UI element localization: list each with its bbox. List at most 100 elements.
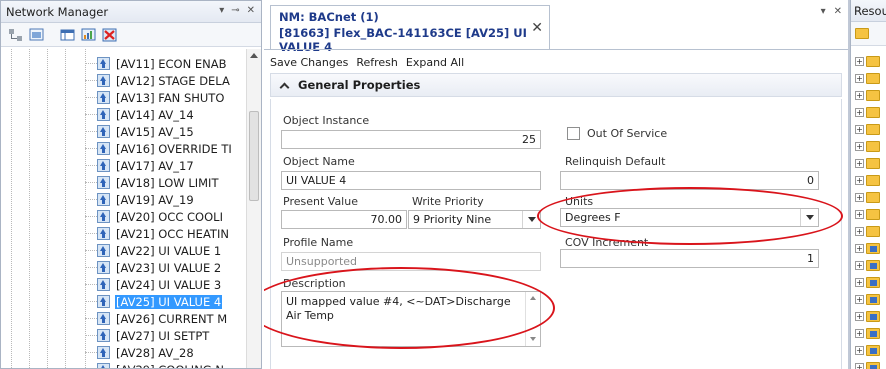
scroll-up-arrow-icon[interactable]	[530, 296, 536, 300]
resource-tree-item[interactable]: +	[855, 138, 880, 155]
resource-tree-item[interactable]: +	[855, 240, 880, 257]
scroll-up-arrow-icon[interactable]	[250, 53, 258, 58]
cov-increment-field[interactable]: 1	[560, 249, 819, 268]
tree-item[interactable]: [AV15] AV_15	[85, 123, 195, 140]
expand-icon[interactable]: +	[855, 244, 864, 253]
save-changes-button[interactable]: Save Changes	[270, 56, 348, 69]
tree-item[interactable]: [AV29] COOLING N	[97, 361, 225, 368]
resource-tree-item[interactable]: +	[855, 53, 880, 70]
scroll-down-arrow-icon[interactable]	[530, 337, 536, 341]
network-manager-toolbar	[1, 23, 261, 47]
tree-item[interactable]: [AV18] LOW LIMIT	[85, 174, 219, 191]
resource-tree-item[interactable]: +	[855, 274, 880, 291]
expand-all-button[interactable]: Expand All	[406, 56, 464, 69]
description-scrollbar[interactable]	[525, 292, 540, 346]
network-node-icon[interactable]	[7, 26, 24, 43]
tree-item[interactable]: [AV28] AV_28	[85, 344, 195, 361]
expand-icon[interactable]: +	[855, 329, 864, 338]
write-priority-select[interactable]: 9 Priority Nine	[408, 210, 541, 229]
device-tree-scrollbar[interactable]	[246, 49, 261, 368]
tree-item[interactable]: [AV23] UI VALUE 2	[85, 259, 222, 276]
expand-icon[interactable]: +	[855, 227, 864, 236]
relinquish-default-field[interactable]: 0	[560, 171, 819, 190]
units-select[interactable]: Degrees F	[560, 208, 819, 227]
window-close-icon[interactable]: ✕	[834, 6, 842, 17]
expand-icon[interactable]: +	[855, 159, 864, 168]
expand-icon[interactable]: +	[855, 125, 864, 134]
resource-tree-item[interactable]: +	[855, 257, 880, 274]
tree-item[interactable]: [AV24] UI VALUE 3	[85, 276, 222, 293]
tab-close-icon[interactable]: ✕	[531, 20, 543, 36]
discover-icon[interactable]	[28, 26, 45, 43]
resource-tree-item[interactable]: +	[855, 155, 880, 172]
expand-icon[interactable]: +	[855, 295, 864, 304]
expand-icon[interactable]: +	[855, 363, 864, 369]
description-label: Description	[283, 277, 346, 290]
resource-tree-item[interactable]: +	[855, 342, 880, 359]
close-icon[interactable]: ✕	[247, 5, 255, 16]
tree-item[interactable]: [AV27] UI SETPT	[85, 327, 210, 344]
general-properties-section-header[interactable]: General Properties	[270, 73, 842, 97]
tree-item[interactable]: [AV11] ECON ENAB	[85, 55, 228, 72]
delete-icon[interactable]	[101, 26, 118, 43]
resource-tree-item[interactable]: +	[855, 359, 880, 369]
tree-item[interactable]: [AV25] UI VALUE 4	[85, 293, 223, 310]
tree-item[interactable]: [AV19] AV_19	[85, 191, 195, 208]
expand-icon[interactable]: +	[855, 193, 864, 202]
resource-tree-item[interactable]: +	[855, 121, 880, 138]
pin-dropdown-icon[interactable]: ▾	[219, 5, 224, 16]
expand-icon[interactable]: +	[855, 108, 864, 117]
tree-item[interactable]: [AV21] OCC HEATIN	[85, 225, 230, 242]
resource-tree-item[interactable]: +	[855, 172, 880, 189]
tree-item[interactable]: [AV26] CURRENT M	[85, 310, 228, 327]
dropdown-arrow-icon[interactable]	[522, 211, 540, 228]
tree-item[interactable]: [AV14] AV_14	[85, 106, 195, 123]
refresh-button[interactable]: Refresh	[356, 56, 398, 69]
resource-tree-item[interactable]: +	[855, 291, 880, 308]
window-menu-icon[interactable]: ▾	[821, 6, 826, 17]
resource-tree-item[interactable]: +	[855, 206, 880, 223]
tree-branch-line	[85, 97, 97, 98]
resource-tree-item[interactable]: +	[855, 70, 880, 87]
toolbar-grid-icon[interactable]	[59, 26, 76, 43]
present-value-field[interactable]: 70.00	[281, 210, 407, 229]
resource-tree-item[interactable]: +	[855, 104, 880, 121]
bacnet-device-icon	[866, 362, 880, 369]
tree-item[interactable]: [AV17] AV_17	[85, 157, 195, 174]
expand-icon[interactable]: +	[855, 176, 864, 185]
description-textarea[interactable]: UI mapped value #4, <~DAT>Discharge Air …	[281, 291, 541, 347]
resource-tree-item[interactable]: +	[855, 325, 880, 342]
tree-branch-line	[85, 182, 97, 183]
tree-branch-line	[85, 352, 97, 353]
object-instance-field[interactable]: 25	[281, 130, 541, 149]
tree-item[interactable]: [AV20] OCC COOLI	[85, 208, 224, 225]
tree-item[interactable]: [AV22] UI VALUE 1	[85, 242, 222, 259]
expand-icon[interactable]: +	[855, 142, 864, 151]
resource-tree-item[interactable]: +	[855, 87, 880, 104]
section-title: General Properties	[298, 78, 421, 92]
out-of-service-checkbox[interactable]	[567, 127, 580, 140]
expand-icon[interactable]: +	[855, 74, 864, 83]
resource-tree-item[interactable]: +	[855, 308, 880, 325]
tree-branch-line	[85, 114, 97, 115]
tree-item[interactable]: [AV16] OVERRIDE TI	[85, 140, 233, 157]
expand-icon[interactable]: +	[855, 346, 864, 355]
collapse-chevron-icon[interactable]	[279, 82, 290, 92]
expand-icon[interactable]: +	[855, 91, 864, 100]
dropdown-arrow-icon[interactable]	[800, 209, 818, 226]
tree-item[interactable]: [AV12] STAGE DELA	[85, 72, 231, 89]
resource-tree-item[interactable]: +	[855, 223, 880, 240]
folder-icon[interactable]	[855, 28, 869, 39]
expand-icon[interactable]: +	[855, 278, 864, 287]
expand-icon[interactable]: +	[855, 210, 864, 219]
expand-icon[interactable]: +	[855, 57, 864, 66]
scrollbar-thumb[interactable]	[249, 111, 259, 201]
auto-hide-icon[interactable]: ⊸	[231, 5, 239, 16]
resource-tree-item[interactable]: +	[855, 189, 880, 206]
tree-item[interactable]: [AV13] FAN SHUTO	[85, 89, 225, 106]
toolbar-chart-icon[interactable]	[80, 26, 97, 43]
expand-icon[interactable]: +	[855, 261, 864, 270]
expand-icon[interactable]: +	[855, 312, 864, 321]
object-name-field[interactable]: UI VALUE 4	[281, 171, 541, 190]
document-tab[interactable]: NM: BACnet (1) [81663] Flex_BAC-141163CE…	[270, 5, 550, 54]
